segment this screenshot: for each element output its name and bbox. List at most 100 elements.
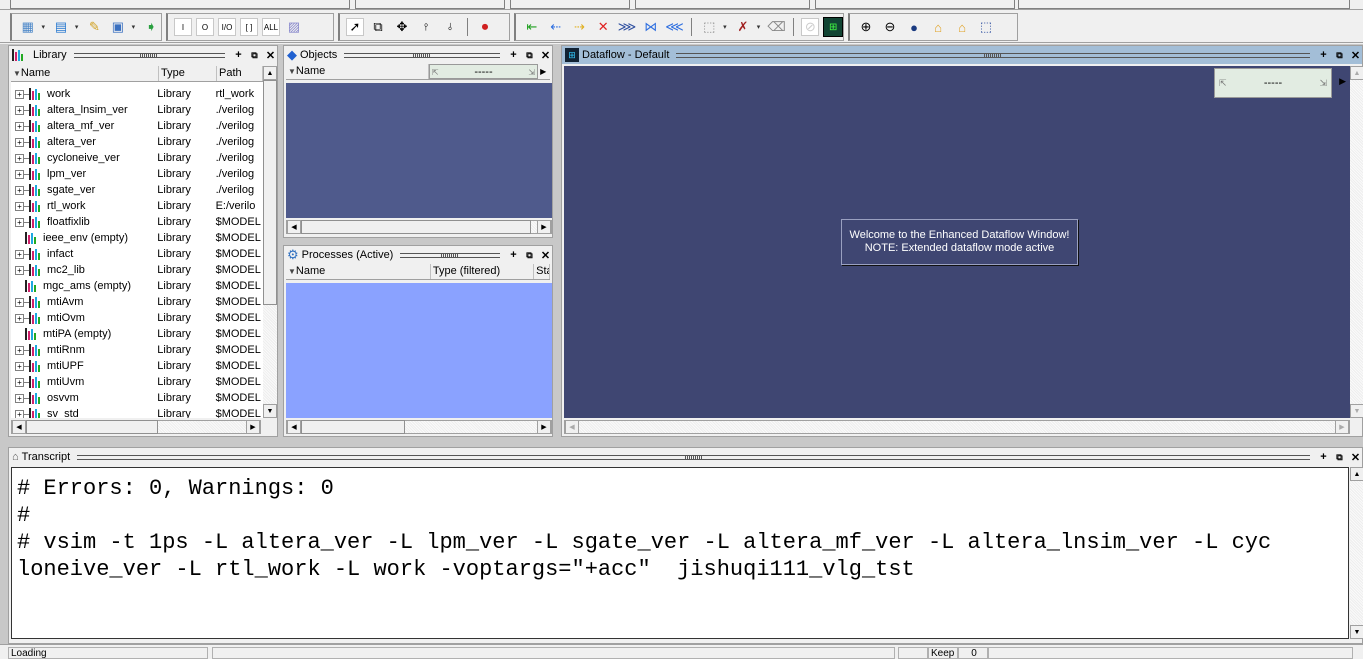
- dock-plus-icon[interactable]: +: [1317, 49, 1330, 62]
- processes-titlebar[interactable]: ⚙ Processes (Active) + ⧉ ✕: [284, 246, 552, 264]
- library-row[interactable]: + sgate_ver Library ./verilog: [11, 182, 263, 198]
- trace-forward-icon[interactable]: ⇢: [570, 17, 590, 37]
- toolbar-field[interactable]: [510, 0, 630, 9]
- remove-icon[interactable]: ▤: [51, 17, 70, 37]
- scroll-down-icon[interactable]: ▼: [1350, 404, 1363, 418]
- inout-filter-icon[interactable]: I/O: [218, 18, 236, 36]
- scroll-right-icon[interactable]: ▶: [246, 420, 260, 434]
- objects-titlebar[interactable]: ◆ Objects + ⧉ ✕: [284, 46, 552, 64]
- undock-icon[interactable]: ⧉: [523, 49, 536, 62]
- dock-plus-icon[interactable]: +: [507, 249, 520, 262]
- toolbar-field[interactable]: [355, 0, 505, 9]
- library-row[interactable]: + floatfixlib Library $MODEL: [11, 214, 263, 230]
- dataflow-canvas[interactable]: ⇱ ----- ⇲ ▶ Welcome to the Enhanced Data…: [564, 66, 1350, 418]
- expand-icon[interactable]: +: [15, 313, 24, 323]
- scroll-right-icon[interactable]: ▶: [1335, 420, 1349, 434]
- undock-icon[interactable]: ⧉: [1333, 49, 1346, 62]
- cursor-right-icon[interactable]: ⇲: [1319, 78, 1327, 89]
- library-row[interactable]: + mtiAvm Library $MODEL: [11, 294, 263, 310]
- library-row[interactable]: + infact Library $MODEL: [11, 246, 263, 262]
- library-row[interactable]: + sv_std Library $MODEL: [11, 406, 263, 418]
- time-cursor-field[interactable]: ⇱ ----- ⇲: [428, 64, 539, 79]
- close-icon[interactable]: ✕: [539, 249, 552, 262]
- undock-icon[interactable]: ⧉: [523, 249, 536, 262]
- library-row[interactable]: + osvvm Library $MODEL: [11, 390, 263, 406]
- objects-hscrollbar[interactable]: ◀ ▶: [286, 220, 552, 234]
- dock-plus-icon[interactable]: +: [232, 49, 245, 62]
- time-cursor-field[interactable]: ⇱ ----- ⇲: [1214, 68, 1332, 98]
- scroll-up-icon[interactable]: ▲: [1350, 467, 1363, 481]
- in-filter-icon[interactable]: I: [174, 18, 192, 36]
- library-row[interactable]: + mtiRnm Library $MODEL: [11, 342, 263, 358]
- close-icon[interactable]: ✕: [1349, 451, 1362, 464]
- trace-out-icon[interactable]: ⋘: [665, 17, 685, 37]
- erase-icon[interactable]: ⌫: [767, 17, 787, 37]
- expand-icon[interactable]: +: [15, 121, 24, 131]
- expand-icon[interactable]: +: [15, 89, 24, 99]
- toolbar-field[interactable]: [10, 0, 350, 9]
- dropdown-arrow-icon[interactable]: ▾: [75, 23, 81, 31]
- zoom-back-icon[interactable]: ⌂: [928, 17, 948, 37]
- library-row[interactable]: + mtiOvm Library $MODEL: [11, 310, 263, 326]
- dropdown-arrow-icon[interactable]: ▾: [41, 23, 47, 31]
- column-header-type[interactable]: Type (filtered): [431, 264, 535, 279]
- delete-icon[interactable]: ✗: [733, 17, 753, 37]
- drag-grip[interactable]: [77, 454, 1310, 460]
- scroll-right-icon[interactable]: ▶: [537, 420, 551, 434]
- stop-trace-icon[interactable]: ⊘: [801, 18, 820, 36]
- out-filter-icon[interactable]: O: [196, 18, 214, 36]
- save-icon[interactable]: ▣: [108, 17, 127, 37]
- drag-grip[interactable]: [73, 52, 225, 58]
- library-row[interactable]: + mc2_lib Library $MODEL: [11, 262, 263, 278]
- scroll-left-icon[interactable]: ◀: [565, 420, 579, 434]
- scroll-left-icon[interactable]: ◀: [12, 420, 26, 434]
- expand-icon[interactable]: +: [15, 377, 24, 387]
- zoom-forward-icon[interactable]: ⌂: [952, 17, 972, 37]
- sort-arrow-icon[interactable]: ▼: [288, 267, 296, 276]
- column-header-type[interactable]: Type: [159, 66, 217, 81]
- scroll-thumb[interactable]: [263, 80, 277, 305]
- undock-icon[interactable]: ⧉: [1333, 451, 1346, 464]
- expand-icon[interactable]: +: [15, 217, 24, 227]
- dock-plus-icon[interactable]: +: [1317, 451, 1330, 464]
- expand-icon[interactable]: +: [15, 345, 24, 355]
- expand-icon[interactable]: +: [15, 297, 24, 307]
- column-header-state[interactable]: Sta: [534, 264, 551, 279]
- toolbar-field[interactable]: [815, 0, 1015, 9]
- edit-icon[interactable]: ✎: [85, 17, 104, 37]
- library-row[interactable]: + altera_mf_ver Library ./verilog: [11, 118, 263, 134]
- expand-icon[interactable]: +: [15, 409, 24, 418]
- scroll-up-icon[interactable]: ▲: [1350, 66, 1363, 80]
- dropdown-arrow-icon[interactable]: ▾: [132, 23, 138, 31]
- dropdown-arrow-icon[interactable]: ▾: [723, 23, 729, 31]
- library-row[interactable]: + cycloneive_ver Library ./verilog: [11, 150, 263, 166]
- column-header-name[interactable]: ▼Name: [286, 264, 431, 279]
- trace-back-icon[interactable]: ⇠: [546, 17, 566, 37]
- undock-icon[interactable]: ⧉: [248, 49, 261, 62]
- dataflow-hscrollbar[interactable]: ◀ ▶: [564, 420, 1350, 434]
- close-icon[interactable]: ✕: [539, 49, 552, 62]
- zoom-in-icon[interactable]: ⊕: [856, 17, 876, 37]
- transcript-console[interactable]: # Errors: 0, Warnings: 0 # # vsim -t 1ps…: [11, 467, 1349, 639]
- column-header-name[interactable]: ▼Name: [11, 66, 159, 81]
- drag-grip[interactable]: [344, 52, 500, 58]
- library-row[interactable]: + work Library rtl_work: [11, 86, 263, 102]
- cursor-right-icon[interactable]: ⇲: [528, 65, 535, 78]
- library-titlebar[interactable]: Library + ⧉ ✕: [9, 46, 277, 64]
- zoom-area-icon[interactable]: ⬚: [976, 17, 996, 37]
- pan-icon[interactable]: ✥: [392, 17, 412, 37]
- expand-down-icon[interactable]: ⫯: [416, 17, 436, 37]
- select-pointer-icon[interactable]: ➚: [346, 18, 364, 36]
- library-row[interactable]: ieee_env (empty) Library $MODEL: [11, 230, 263, 246]
- sort-arrow-icon[interactable]: ▼: [13, 69, 21, 78]
- transcript-titlebar[interactable]: ⌂ Transcript + ⧉ ✕: [9, 448, 1362, 466]
- scroll-left-icon[interactable]: ◀: [287, 420, 301, 434]
- trace-inout-icon[interactable]: ⋈: [641, 17, 661, 37]
- dataflow-titlebar[interactable]: ⊞ Dataflow - Default + ⧉ ✕: [562, 46, 1362, 64]
- drag-grip[interactable]: [676, 52, 1310, 58]
- expand-icon[interactable]: +: [15, 169, 24, 179]
- expand-icon[interactable]: +: [15, 185, 24, 195]
- export-icon[interactable]: ➧: [141, 17, 160, 37]
- zoom-out-icon[interactable]: ⊖: [880, 17, 900, 37]
- transcript-vscrollbar[interactable]: ▲ ▼: [1350, 467, 1363, 639]
